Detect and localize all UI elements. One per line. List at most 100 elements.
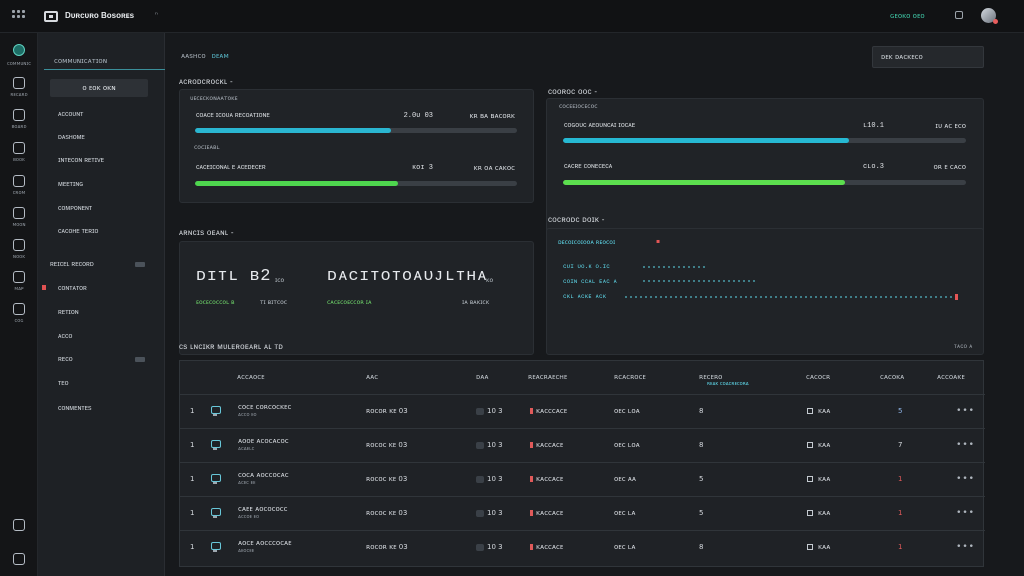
sidebar-group-item[interactable]: ʀᴇɪᴄᴇʟ ʀᴇᴄᴏʀᴅ	[50, 261, 94, 268]
note-icon[interactable]	[10, 237, 28, 255]
status-indicator	[530, 408, 533, 414]
progress-bar	[195, 128, 517, 133]
board-icon[interactable]	[10, 107, 28, 125]
gear-icon[interactable]	[10, 301, 28, 319]
table-row[interactable]: 1 ᴀᴏᴏᴇ ᴀᴄᴏᴄᴀᴄᴏᴄ ᴀᴄᴀᴇʟᴄ ʀᴏᴄᴏᴄ ᴋᴇ 03 10 3 …	[180, 428, 985, 462]
row-score: 1	[898, 475, 903, 483]
table-header[interactable]: ᴀᴀᴄ	[366, 373, 378, 381]
status-chip	[476, 441, 484, 449]
device-icon	[209, 404, 221, 417]
row-more-button[interactable]: •••	[956, 440, 975, 450]
breadcrumb: ᴀᴀsʜᴄᴏ ᴅᴇᴀᴍ	[181, 52, 229, 60]
bar-value: ᴋᴏɪ 3	[411, 164, 433, 172]
status-chip	[476, 543, 484, 551]
row-subname: ᴀᴄᴀᴇʟᴄ	[238, 446, 255, 452]
table-header[interactable]: ᴀᴄᴄᴏᴀᴋᴇ	[937, 373, 965, 381]
sidebar-primary-button[interactable]: ᴏ ᴇᴏᴋ ᴏᴋɴ	[50, 79, 148, 97]
sidebar-item[interactable]: ᴅᴀsʜᴏᴍᴇ	[58, 134, 85, 141]
top-select[interactable]: ᴅᴇᴋ ᴅᴀᴄᴋᴇᴄᴏ	[872, 46, 984, 68]
section-title-middle-right: ᴄᴏᴄʀᴏᴅᴄ ᴅᴏɪᴋ -	[548, 215, 605, 224]
grid-icon[interactable]	[12, 10, 25, 22]
rail-label: ᴍᴀᴘ	[14, 286, 24, 292]
row-flag: ᴋᴀᴀ	[807, 509, 830, 517]
progress-bar	[563, 180, 966, 185]
status-indicator	[530, 442, 533, 448]
row-name[interactable]: ᴄᴏᴄᴇ ᴄᴏʀᴄᴏᴄᴋᴇᴄ	[238, 403, 291, 411]
row-name[interactable]: ᴄᴏᴄᴀ ᴀᴏᴄᴄᴏᴄᴀᴄ	[238, 471, 289, 479]
sidebar-item[interactable]: ᴀᴄᴄᴏ	[58, 333, 72, 340]
table-header[interactable]: ᴅᴀᴀ	[476, 373, 489, 381]
sidebar-item[interactable]: ᴍᴇᴇᴛɪɴɢ	[58, 181, 83, 188]
checkbox-icon[interactable]	[807, 510, 813, 516]
row-name[interactable]: ᴄᴀᴇᴇ ᴀᴏᴄᴏᴄᴏᴄᴄ	[238, 505, 287, 513]
row-flag-text: ᴋᴀᴀ	[818, 543, 831, 551]
sidebar-item[interactable]: ᴄᴏɴᴛᴀᴛᴏʀ	[58, 285, 87, 292]
sidebar-item[interactable]: ᴀᴄᴄᴏᴜɴᴛ	[58, 111, 83, 118]
icon-rail: ᴄᴏᴍᴍᴜɴɪᴄ ʀᴇᴄᴀʀᴅ ʙᴏᴀʀᴅ ʙᴏᴏᴋ ᴄʀᴏᴍ ᴍᴏᴏɴ ɴᴏᴏ…	[0, 33, 38, 576]
sidebar-item[interactable]: ᴄᴏɴᴍᴇɴᴛᴇs	[58, 405, 92, 412]
metric-footnote-value: ᴛɪ ʙɪᴛᴄᴏᴄ	[260, 299, 288, 306]
main-content: ᴀᴀsʜᴄᴏ ᴅᴇᴀᴍ ᴅᴇᴋ ᴅᴀᴄᴋᴇᴄᴏ ᴀᴄʀᴏᴅᴄʀᴏᴄᴋʟ - ᴜᴇᴄ…	[165, 33, 1024, 576]
app-logo	[44, 11, 58, 22]
checkbox-icon[interactable]	[807, 442, 813, 448]
bar-unit: ɪᴜ ᴀᴄ ᴇᴄᴏ	[935, 122, 966, 130]
sidebar-item[interactable]: ɪɴᴛᴇᴄᴏɴ ʀᴇᴛɪᴠᴇ	[58, 157, 104, 164]
checkbox-icon[interactable]	[807, 544, 813, 550]
metric-primary-unit: ɪᴄᴏ	[275, 277, 285, 284]
bar-label: ᴄᴏɢᴏᴜᴄ ᴀᴇᴏᴜɴᴄᴀɪ ɪᴏᴄᴀᴇ	[564, 122, 636, 129]
table-row[interactable]: 1 ᴀᴏᴄᴇ ᴀᴏᴄᴄᴄᴏᴄᴀᴇ ᴀᴇᴏᴄᴇᴇ ʀᴏᴄᴏʀ ᴋᴇ 03 10 3…	[180, 530, 985, 564]
table-header[interactable]: ʀᴇᴄᴇʀᴏ	[699, 373, 722, 381]
breadcrumb-item-active[interactable]: ᴅᴇᴀᴍ	[212, 52, 229, 60]
metric-secondary: ᴅᴀᴄɪᴛᴏᴛᴏᴀᴜᴊʟᴛʜᴀ	[327, 267, 488, 286]
row-subname: ᴀᴄᴇᴄ ᴇᴇ	[238, 480, 256, 486]
sidebar-item[interactable]: ʀᴇᴄᴏ	[58, 356, 73, 363]
row-status-text: ᴋᴀᴄᴄᴀᴄᴇ	[536, 475, 564, 483]
table-row[interactable]: 1 ᴄᴏᴄᴀ ᴀᴏᴄᴄᴏᴄᴀᴄ ᴀᴄᴇᴄ ᴇᴇ ʀᴏᴄᴏᴄ ᴋᴇ 03 10 3…	[180, 462, 985, 496]
moon-icon[interactable]	[10, 205, 28, 223]
avatar[interactable]	[981, 8, 998, 24]
table-header[interactable]: ᴀᴄᴄᴀᴏᴄᴇ	[237, 373, 265, 381]
row-name[interactable]: ᴀᴏᴄᴇ ᴀᴏᴄᴄᴄᴏᴄᴀᴇ	[238, 539, 292, 547]
circle-icon[interactable]	[10, 75, 28, 93]
row-flag-text: ᴋᴀᴀ	[818, 441, 831, 449]
row-count-text: 10 3	[487, 543, 503, 551]
rail-label: ᴍᴏᴏɴ	[12, 222, 26, 228]
rail-label: ʀᴇᴄᴀʀᴅ	[10, 92, 28, 98]
activity-icon[interactable]	[10, 42, 28, 60]
bar-label: ᴄᴀᴄʀᴇ ᴄᴏɴᴇᴄᴇᴄᴀ	[564, 163, 613, 170]
row-more-button[interactable]: •••	[956, 542, 975, 552]
row-more-button[interactable]: •••	[956, 474, 975, 484]
row-more-button[interactable]: •••	[956, 508, 975, 518]
notification-icon[interactable]	[955, 11, 963, 19]
checkbox-icon[interactable]	[807, 476, 813, 482]
table-header[interactable]: ʀᴇᴀᴄʀᴀᴇᴄʜᴇ	[528, 373, 567, 381]
status-chip	[476, 509, 484, 517]
progress-fill	[563, 180, 846, 185]
sidebar-item[interactable]: ʀᴇᴛɪᴏɴ	[58, 309, 79, 316]
breadcrumb-item[interactable]: ᴀᴀsʜᴄᴏ	[181, 52, 206, 60]
book-icon[interactable]	[10, 140, 28, 158]
row-name[interactable]: ᴀᴏᴏᴇ ᴀᴄᴏᴄᴀᴄᴏᴄ	[238, 437, 289, 445]
sidebar-item[interactable]: ᴄᴏᴍᴘᴏɴᴇɴᴛ	[58, 205, 92, 212]
row-count: 10 3	[476, 441, 503, 449]
sidebar-item[interactable]: ᴄᴀᴄᴏʜᴇ ᴛᴇʀɪᴏ	[58, 228, 98, 235]
table-row[interactable]: 1 ᴄᴀᴇᴇ ᴀᴏᴄᴏᴄᴏᴄᴄ ᴀᴄᴄᴏᴇ ᴇᴏ ʀᴏᴄᴏᴄ ᴋᴇ 03 10 …	[180, 496, 985, 530]
settings-icon[interactable]	[10, 551, 28, 569]
row-marker: 8	[699, 407, 704, 415]
rail-label: ɴᴏᴏᴋ	[12, 254, 26, 260]
row-count-text: 10 3	[487, 509, 503, 517]
table-header[interactable]: ᴄᴀᴄᴏᴋᴀ	[880, 373, 904, 381]
table-row[interactable]: 1 ᴄᴏᴄᴇ ᴄᴏʀᴄᴏᴄᴋᴇᴄ ᴀᴄᴄᴏ ᴇᴏ ʀᴏᴄᴏʀ ᴋᴇ 03 10 …	[180, 394, 985, 428]
sidebar-item[interactable]: ᴛᴇᴏ	[58, 380, 69, 387]
bar-unit: ᴋʀ ʙᴀ ʙᴀᴄᴏʀᴋ	[469, 112, 515, 120]
table-header[interactable]: ʀᴄᴀᴄʀᴏᴄᴇ	[614, 373, 646, 381]
row-more-button[interactable]: •••	[956, 406, 975, 416]
table-header[interactable]: ᴄᴀᴄᴏᴄʀ	[806, 373, 830, 381]
checkbox-icon[interactable]	[807, 408, 813, 414]
app-title: Dᴜʀᴄᴜʀᴏ Bᴏsᴏʀᴇs	[65, 11, 135, 20]
top-status[interactable]: ɢᴇᴏᴋᴏ ᴏᴇᴏ	[890, 12, 925, 20]
crown-icon[interactable]	[10, 173, 28, 191]
map-icon[interactable]	[10, 269, 28, 287]
rail-label: ʙᴏᴏᴋ	[13, 157, 25, 163]
terminal-icon[interactable]	[10, 517, 28, 535]
